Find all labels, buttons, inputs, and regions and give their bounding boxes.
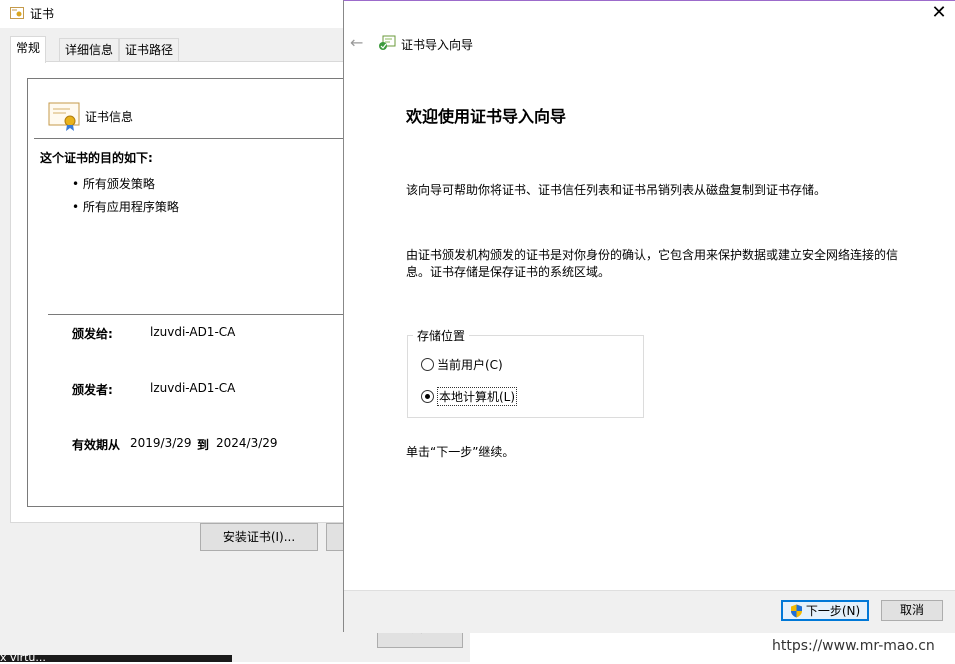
purpose-item: • 所有应用程序策略 (72, 200, 179, 214)
continue-hint: 单击“下一步”继续。 (406, 445, 515, 459)
description-text: 由证书颁发机构颁发的证书是对你身份的确认，它包含用来保护数据或建立安全网络连接的… (406, 248, 899, 279)
next-button-label: 下一步(N) (805, 604, 861, 618)
tab-details[interactable]: 详细信息 (59, 38, 120, 61)
divider (48, 314, 347, 315)
radio-local-machine[interactable]: 本地计算机(L) (421, 387, 518, 406)
issued-to-label: 颁发给: (72, 327, 113, 341)
tab-general[interactable]: 常规 (10, 36, 47, 63)
divider (34, 138, 347, 139)
uac-shield-icon (790, 604, 802, 617)
purpose-heading: 这个证书的目的如下: (40, 151, 153, 165)
certificate-window-title: 证书 (30, 7, 55, 21)
wizard-title: 证书导入向导 (401, 38, 474, 52)
purpose-item: • 所有颁发策略 (72, 177, 155, 191)
close-icon[interactable]: ✕ (925, 2, 953, 24)
page-title: 欢迎使用证书导入向导 (406, 107, 567, 126)
cancel-button[interactable]: 取消 (881, 600, 943, 621)
radio-current-user[interactable]: 当前用户(C) (421, 356, 503, 373)
valid-to-label: 到 (197, 438, 210, 452)
certificate-info-title: 证书信息 (85, 110, 134, 124)
valid-to-value: 2024/3/29 (216, 436, 278, 450)
issued-by-value: lzuvdi-AD1-CA (150, 381, 236, 395)
radio-label-current-user: 当前用户(C) (437, 358, 503, 372)
radio-button[interactable] (421, 358, 434, 371)
certificate-icon (10, 7, 24, 19)
store-location-label: 存储位置 (413, 327, 470, 344)
radio-button-selected[interactable] (421, 390, 434, 403)
issued-by-label: 颁发者: (72, 383, 113, 397)
certificate-import-icon (379, 35, 396, 50)
next-button[interactable]: 下一步(N) (781, 600, 869, 621)
watermark: https://www.mr-mao.cn (772, 638, 935, 654)
back-arrow-icon[interactable]: ← (350, 33, 363, 52)
certificate-icon (48, 102, 80, 131)
certificate-import-wizard (343, 0, 955, 632)
issued-to-value: lzuvdi-AD1-CA (150, 325, 236, 339)
intro-text: 该向导可帮助你将证书、证书信任列表和证书吊销列表从磁盘复制到证书存储。 (406, 183, 827, 197)
tab-certification-path[interactable]: 证书路径 (119, 38, 180, 61)
valid-from-value: 2019/3/29 (130, 436, 192, 450)
valid-from-label: 有效期从 (72, 438, 121, 452)
radio-label-local-machine: 本地计算机(L) (437, 387, 518, 406)
install-certificate-button[interactable]: 安装证书(I)... (200, 523, 318, 551)
taskbar-item-label[interactable]: x virtu... (0, 651, 46, 664)
